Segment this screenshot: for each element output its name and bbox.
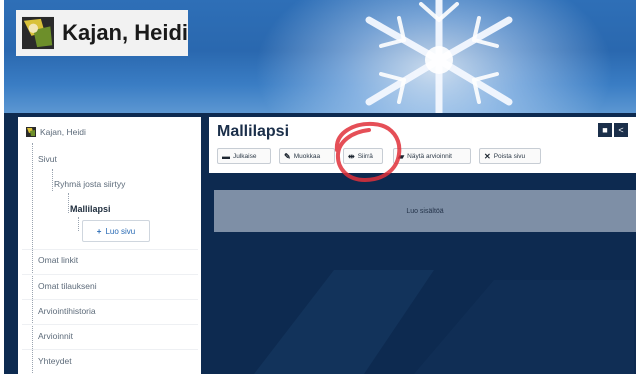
sidebar-item-links[interactable]: Omat linkit — [38, 255, 78, 265]
site-title-box: Kajan, Heidi — [16, 10, 188, 56]
pencil-icon: ✎ — [284, 151, 291, 161]
tree-line — [52, 169, 53, 191]
create-content-area[interactable]: Luo sisältöä — [214, 190, 636, 232]
snowflake-decoration — [365, 0, 513, 113]
tree-line — [68, 193, 69, 213]
app-frame: Kajan, Heidi Kajan, Heidi Sivut Ryhmä jo… — [4, 0, 636, 374]
sidebar-item-connections[interactable]: Yhteydet — [38, 356, 72, 366]
create-content-label: Luo sisältöä — [406, 207, 444, 215]
sidebar-item-group[interactable]: Ryhmä josta siirtyy — [54, 179, 125, 189]
new-page-button[interactable]: + Luo sivu — [82, 220, 150, 242]
page-title: Mallilapsi — [217, 123, 290, 140]
plus-icon: + — [96, 226, 102, 236]
tree-line — [78, 217, 79, 231]
site-logo-icon — [22, 16, 55, 50]
close-icon: ✕ — [484, 151, 491, 161]
sidebar-item-current-page[interactable]: Mallilapsi — [70, 204, 111, 214]
settings-icon[interactable]: ■ — [598, 123, 612, 137]
sidebar-tree: Kajan, Heidi Sivut Ryhmä josta siirtyy M… — [18, 117, 201, 374]
sidebar-item-root[interactable]: Kajan, Heidi — [26, 127, 86, 137]
sidebar-item-subscriptions[interactable]: Omat tilaukseni — [38, 281, 97, 291]
edit-button[interactable]: ✎ Muokkaa — [279, 148, 335, 164]
divider — [22, 274, 198, 275]
edit-label: Muokkaa — [293, 152, 321, 160]
delete-page-button[interactable]: ✕ Poista sivu — [479, 148, 541, 164]
divider — [22, 349, 198, 350]
show-assessments-label: Näytä arvioinnit — [407, 152, 452, 160]
sidebar-root-label: Kajan, Heidi — [40, 127, 86, 137]
sidebar-item-assessments[interactable]: Arvioinnit — [38, 331, 73, 341]
share-icon[interactable]: < — [614, 123, 628, 137]
divider — [22, 324, 198, 325]
delete-page-label: Poista sivu — [493, 152, 526, 160]
show-assessments-button[interactable]: ▰ Näytä arvioinnit — [393, 148, 471, 164]
sidebar-item-pages[interactable]: Sivut — [38, 154, 57, 164]
background-decoration — [254, 270, 634, 374]
divider — [22, 249, 198, 250]
annotation-circle — [334, 121, 402, 183]
divider — [22, 299, 198, 300]
printer-icon: ▬ — [222, 151, 230, 161]
corner-actions: ■ < — [598, 123, 628, 137]
new-page-label: Luo sivu — [105, 226, 136, 236]
user-logo-icon — [26, 127, 36, 137]
header-banner: Kajan, Heidi — [4, 0, 636, 113]
publish-button[interactable]: ▬ Julkaise — [217, 148, 271, 164]
page-header-card: Mallilapsi ■ < ▬ Julkaise ✎ Muokkaa ⇹ Si… — [209, 117, 636, 173]
sidebar-item-assessment-history[interactable]: Arviointihistoria — [38, 306, 96, 316]
tree-line — [32, 143, 33, 374]
site-title: Kajan, Heidi — [62, 20, 188, 45]
publish-label: Julkaise — [233, 152, 257, 160]
